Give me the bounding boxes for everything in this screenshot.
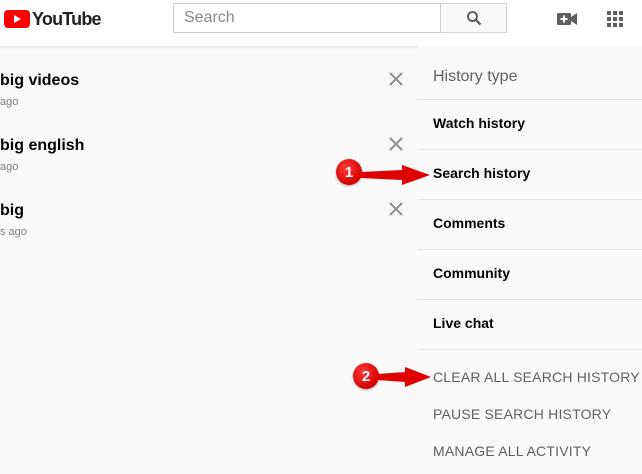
history-type-search[interactable]: Search history <box>417 149 642 199</box>
manage-all-activity-button[interactable]: MANAGE ALL ACTIVITY <box>433 443 591 459</box>
annotation-badge-2: 2 <box>353 363 379 389</box>
remove-entry-button[interactable] <box>386 199 406 219</box>
clear-all-search-history-button[interactable]: CLEAR ALL SEARCH HISTORY <box>433 369 640 385</box>
search-button[interactable] <box>441 3 507 33</box>
history-type-label: Community <box>433 265 510 281</box>
pause-search-history-button[interactable]: PAUSE SEARCH HISTORY <box>433 406 611 422</box>
history-entry-title[interactable]: big english <box>0 137 84 155</box>
close-icon <box>389 72 403 86</box>
history-entry-title[interactable]: big <box>0 202 24 220</box>
sidebar-heading: History type <box>433 68 518 85</box>
logo-text: YouTube <box>32 8 102 29</box>
history-type-watch[interactable]: Watch history <box>417 99 642 149</box>
video-camera-add-icon <box>557 13 577 25</box>
history-type-sidebar: History type Watch history Search histor… <box>417 46 642 474</box>
history-type-label: Search history <box>433 165 531 181</box>
search-icon <box>466 11 481 26</box>
history-entry-time: ago <box>0 161 19 173</box>
search-box <box>173 3 441 33</box>
history-type-label: Watch history <box>433 115 526 131</box>
annotation-arrow-2-icon <box>377 367 431 387</box>
history-type-live-chat[interactable]: Live chat <box>417 299 642 349</box>
history-type-label: Comments <box>433 215 506 231</box>
history-type-label: Live chat <box>433 315 494 331</box>
history-entry[interactable]: big s ago <box>0 202 415 252</box>
history-entry[interactable]: big videos ago <box>0 72 415 122</box>
history-type-community[interactable]: Community <box>417 249 642 299</box>
history-entry-time: ago <box>0 96 19 108</box>
youtube-play-icon <box>4 10 30 28</box>
top-bar: YouTube <box>0 0 642 46</box>
close-icon <box>389 137 403 151</box>
youtube-logo[interactable]: YouTube <box>4 8 102 29</box>
history-entry-time: s ago <box>0 226 27 238</box>
history-entry-title[interactable]: big videos <box>0 72 79 90</box>
close-icon <box>389 202 403 216</box>
history-type-comments[interactable]: Comments <box>417 199 642 249</box>
divider <box>417 349 642 350</box>
remove-entry-button[interactable] <box>386 69 406 89</box>
apps-button[interactable] <box>604 9 626 29</box>
search-input[interactable] <box>174 4 440 32</box>
annotation-arrow-1-icon <box>360 165 430 185</box>
create-video-button[interactable] <box>556 9 578 29</box>
apps-grid-icon <box>607 11 623 27</box>
remove-entry-button[interactable] <box>386 134 406 154</box>
annotation-badge-1: 1 <box>336 159 362 185</box>
